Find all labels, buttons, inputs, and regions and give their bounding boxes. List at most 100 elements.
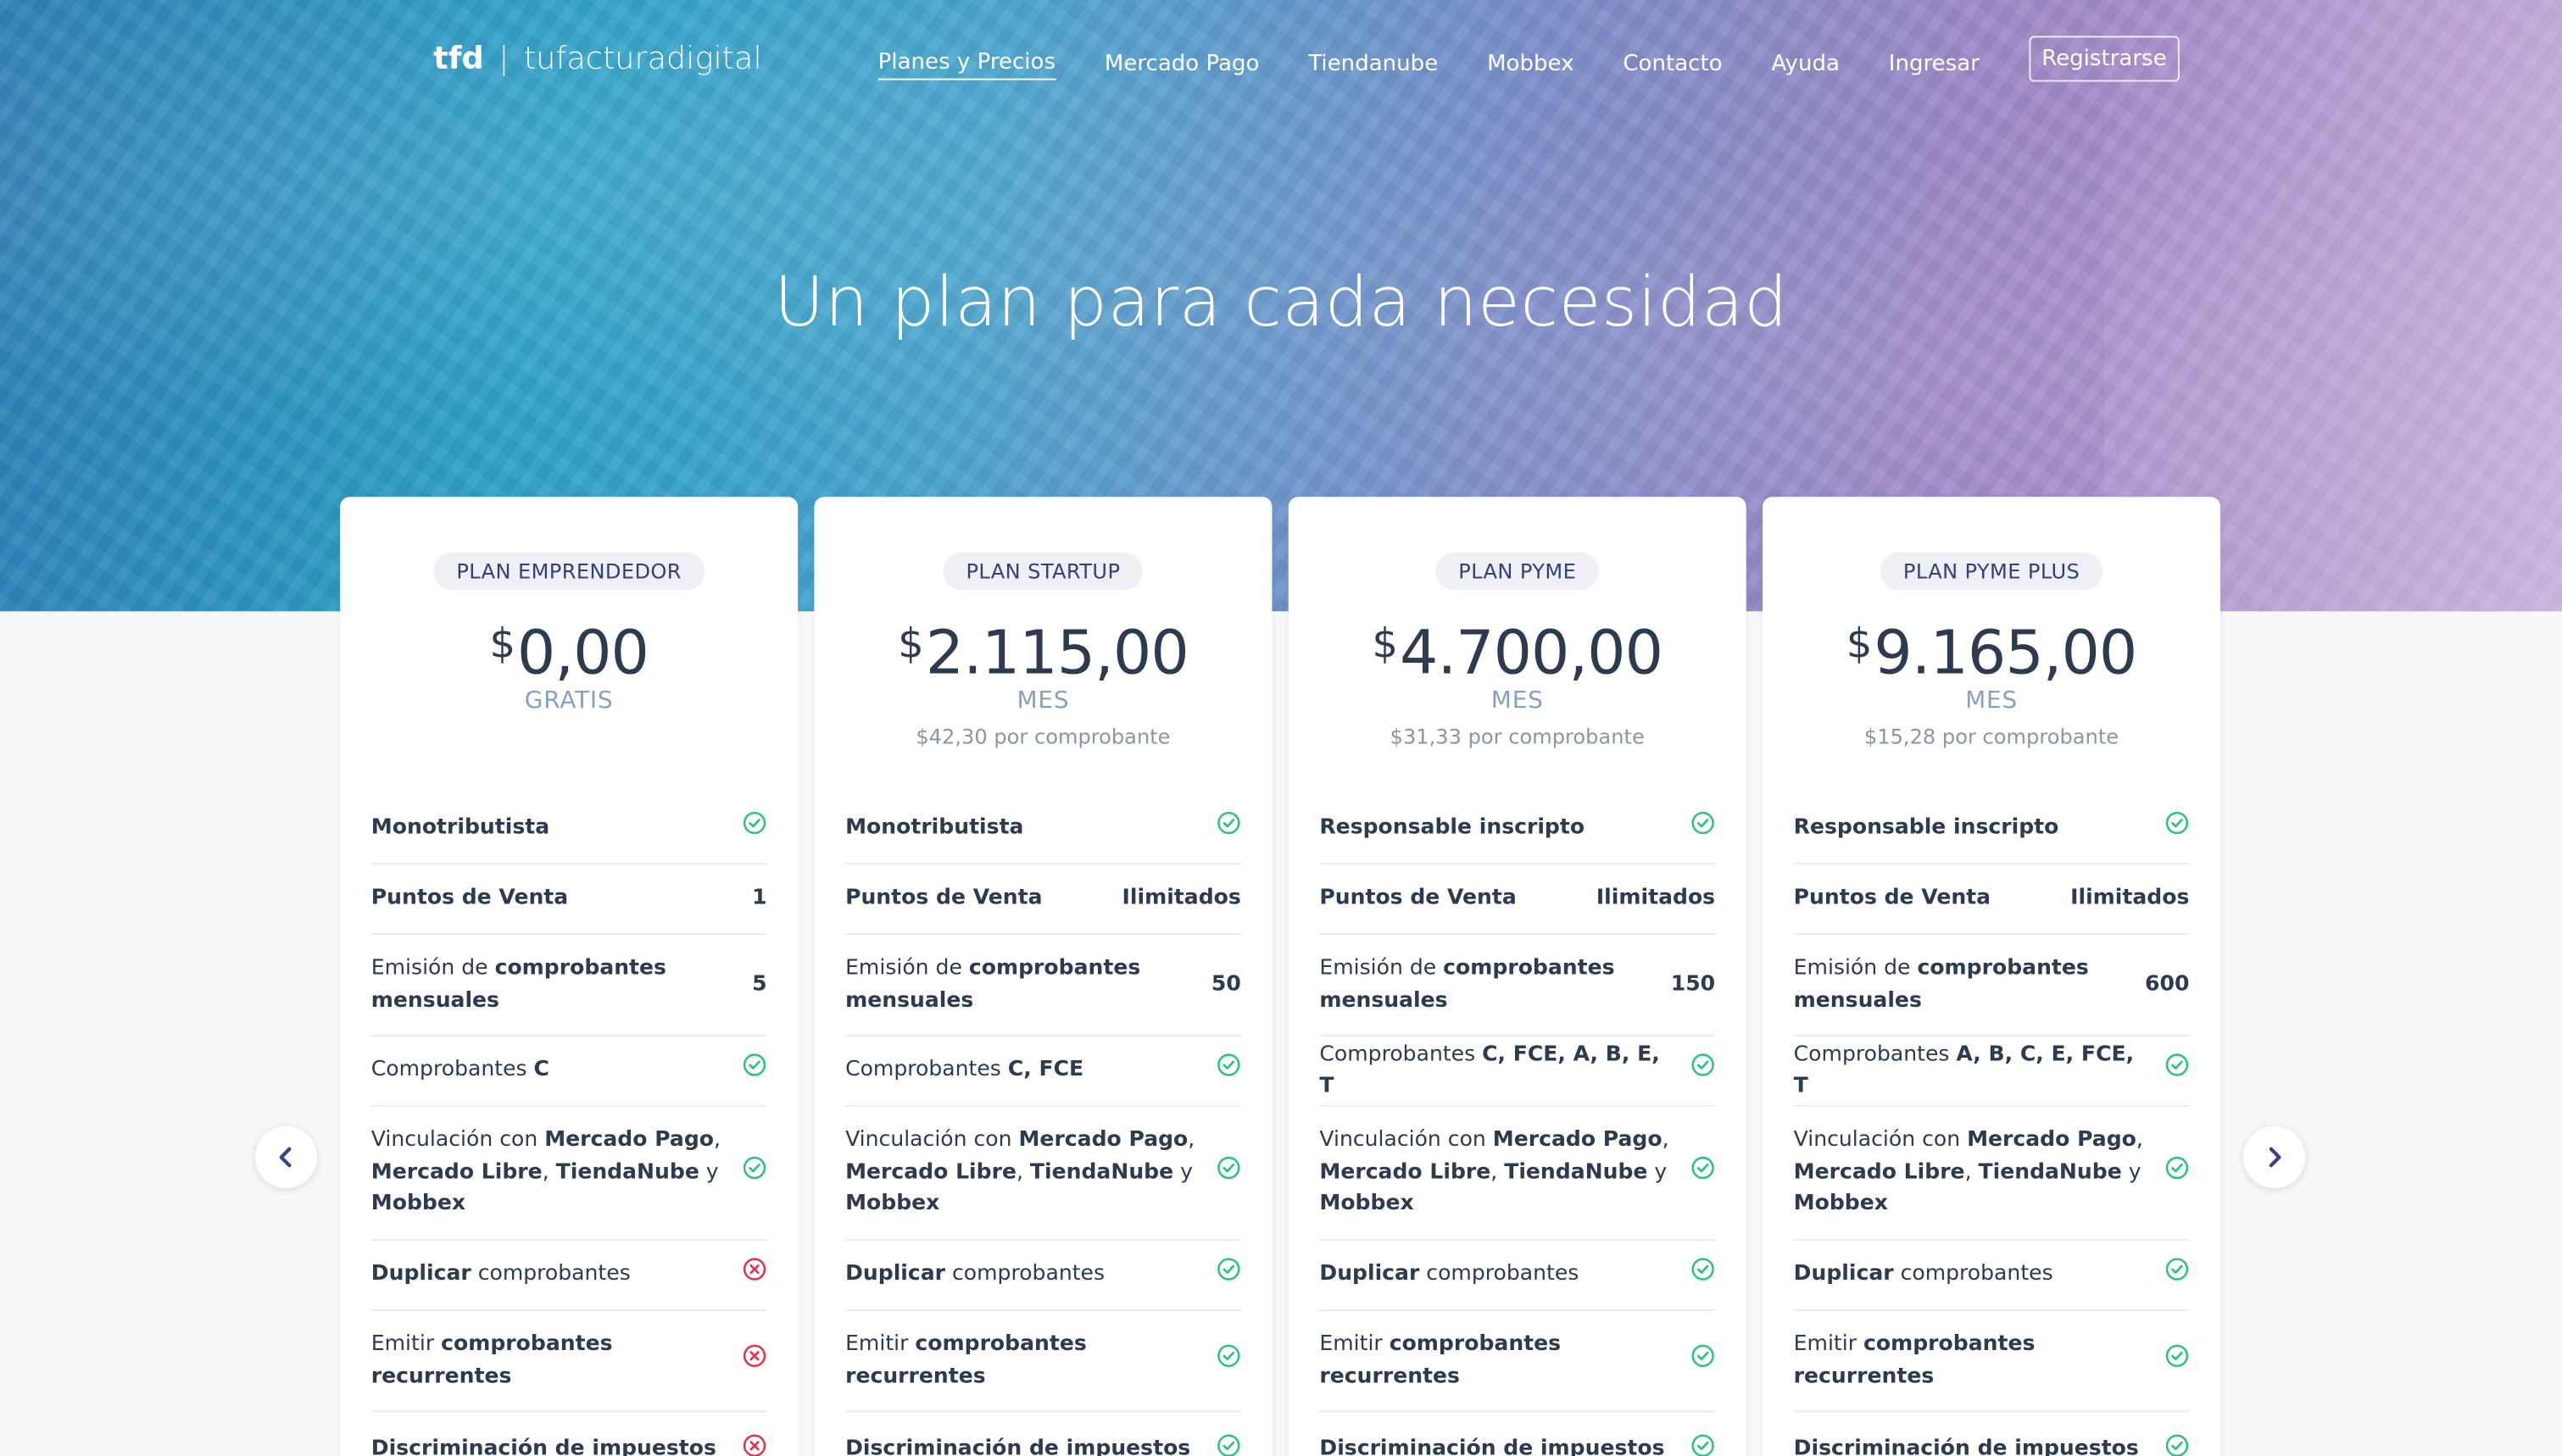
feature-row-emision: Emisión de comprobantes mensuales 50 (845, 935, 1241, 1036)
check-icon (2164, 811, 2189, 846)
feature-tipo-label: Responsable inscripto (1793, 815, 2059, 841)
feature-text-f5d: Mercado Libre (1319, 1159, 1491, 1185)
feature-row-comprobantes: Comprobantes C, FCE (845, 1036, 1241, 1107)
register-button[interactable]: Registrarse (2028, 36, 2180, 82)
feature-comprobantes-label-b: C (533, 1058, 549, 1083)
check-icon (2164, 1053, 2189, 1088)
plan-price: $9.165,00 (1763, 618, 2220, 688)
price-amount: 9.165,00 (1874, 618, 2137, 688)
feature-row-emision: Emisión de comprobantes mensuales 5 (370, 935, 767, 1036)
plan-cards: PLAN EMPRENDEDOR $0,00 GRATIS Monotribut… (340, 497, 2221, 1456)
nav-link-tiendanube[interactable]: Tiendanube (1308, 51, 1438, 77)
feature-row-duplicar: Duplicar comprobantes (1793, 1241, 2190, 1311)
feature-text-f5c: , (1188, 1128, 1195, 1153)
check-icon (1690, 1053, 1715, 1088)
feature-text-f6a: Duplicar (370, 1262, 471, 1287)
feature-text-f5c: , (713, 1128, 721, 1153)
feature-list: Responsable inscripto Puntos de Venta Il… (1793, 794, 2190, 1456)
feature-text-f7a: Emitir (370, 1331, 442, 1357)
carousel-next-button[interactable] (2243, 1125, 2306, 1189)
carousel-prev-button[interactable] (254, 1125, 318, 1189)
feature-text-f5h: Mobbex (1793, 1192, 1888, 1217)
plan-card-0: PLAN EMPRENDEDOR $0,00 GRATIS Monotribut… (340, 497, 799, 1456)
feature-puntos-venta-label: Puntos de Venta (370, 886, 569, 911)
feature-text-f5h: Mobbex (1319, 1192, 1414, 1217)
feature-puntos-venta-label: Puntos de Venta (1319, 886, 1517, 911)
plan-price: $4.700,00 (1289, 618, 1746, 688)
feature-text-f5a: Vinculación con (845, 1128, 1019, 1153)
plan-card-2: PLAN PYME $4.700,00 MES $31,33 por compr… (1288, 497, 1746, 1456)
nav-link-ayuda[interactable]: Ayuda (1771, 51, 1839, 77)
plan-badge: PLAN PYME PLUS (1880, 552, 2103, 591)
feature-text-f5c: , (1662, 1128, 1669, 1153)
price-amount: 2.115,00 (925, 618, 1189, 688)
feature-tipo-label: Monotributista (845, 815, 1024, 841)
price-per-comprobante: $15,28 por comprobante (1863, 724, 2119, 749)
feature-row-recurrentes: Emitir comprobantes recurrentes (845, 1311, 1241, 1413)
feature-row-vinculacion: Vinculación con Mercado Pago, Mercado Li… (1793, 1107, 2190, 1241)
feature-text-f5e: , (1016, 1159, 1030, 1185)
check-icon (2164, 1343, 2189, 1378)
plan-period: GRATIS (524, 687, 614, 714)
feature-tipo-label: Responsable inscripto (1319, 815, 1585, 841)
check-icon (1690, 1155, 1715, 1190)
nav-link-mobbex[interactable]: Mobbex (1487, 51, 1573, 77)
feature-text-f5e: , (542, 1159, 556, 1185)
feature-row-impuestos: Discriminación de impuestos en (371, 1412, 767, 1456)
price-currency: $ (489, 619, 515, 667)
feature-row-tipo: Monotributista (845, 794, 1241, 865)
nav-link-contacto[interactable]: Contacto (1623, 51, 1722, 77)
feature-row-comprobantes: Comprobantes A, B, C, E, FCE, T (1793, 1036, 2190, 1107)
feature-text-f5b: Mercado Pago (1967, 1128, 2136, 1153)
feature-puntos-venta-value: Ilimitados (1596, 886, 1716, 911)
feature-row-vinculacion: Vinculación con Mercado Pago, Mercado Li… (1319, 1107, 1716, 1241)
feature-text-f6b: comprobantes (945, 1262, 1106, 1287)
feature-text-f5f: TiendaNube (1029, 1159, 1174, 1185)
price-amount: 4.700,00 (1400, 618, 1663, 688)
feature-row-tipo: Monotributista (370, 794, 767, 865)
feature-tipo-label: Monotributista (370, 815, 550, 841)
feature-text-f5h: Mobbex (370, 1192, 466, 1217)
feature-comprobantes-label-a: Comprobantes (1319, 1042, 1483, 1067)
plan-badge: PLAN STARTUP (943, 552, 1144, 591)
feature-row-recurrentes: Emitir comprobantes recurrentes (1793, 1311, 2190, 1413)
feature-row-duplicar: Duplicar comprobantes (370, 1241, 767, 1311)
feature-text-f5g: y (1173, 1159, 1193, 1185)
feature-row-puntos-venta: Puntos de Venta Ilimitados (845, 864, 1241, 936)
plan-period: MES (1016, 687, 1070, 714)
feature-text-f5a: Vinculación con (370, 1128, 545, 1153)
feature-puntos-venta-label: Puntos de Venta (1793, 886, 1991, 911)
nav-link-ingresar[interactable]: Ingresar (1889, 51, 1980, 77)
feature-text-f6a: Duplicar (1793, 1262, 1894, 1287)
nav-link-planes[interactable]: Planes y Precios (877, 48, 1056, 80)
chevron-right-icon (2269, 1147, 2281, 1168)
feature-row-recurrentes: Emitir comprobantes recurrentes (370, 1311, 767, 1413)
feature-row-puntos-venta: Puntos de Venta Ilimitados (1793, 864, 2190, 936)
feature-text-f8a: Discriminación de impuestos (1793, 1437, 2139, 1456)
feature-text-f5b: Mercado Pago (1018, 1128, 1189, 1153)
feature-row-impuestos: Discriminación de impuestos en (845, 1412, 1241, 1456)
feature-emision-label-a: Emisión de (845, 956, 969, 981)
nav-link-mercado-pago[interactable]: Mercado Pago (1105, 51, 1260, 77)
check-icon (2164, 1433, 2189, 1456)
logo[interactable]: tfd | tufacturadigital (433, 41, 762, 76)
plan-price: $0,00 (340, 618, 798, 688)
top-navigation: tfd | tufacturadigital Planes y Precios … (0, 0, 2562, 127)
feature-row-comprobantes: Comprobantes C (370, 1036, 767, 1107)
feature-text-f5f: TiendaNube (555, 1159, 699, 1185)
check-icon (743, 1155, 767, 1190)
price-per-comprobante: $42,30 por comprobante (916, 724, 1171, 749)
plan-card-3: PLAN PYME PLUS $9.165,00 MES $15,28 por … (1763, 497, 2221, 1456)
feature-row-duplicar: Duplicar comprobantes (845, 1241, 1241, 1311)
feature-text-f5b: Mercado Pago (1492, 1128, 1663, 1153)
feature-text-f5h: Mobbex (845, 1192, 940, 1217)
feature-list: Monotributista Puntos de Venta 1 Emisión… (370, 794, 767, 1456)
check-icon (1217, 1433, 1241, 1456)
check-icon (743, 811, 767, 846)
check-icon (743, 1053, 767, 1088)
price-per-comprobante: $31,33 por comprobante (1390, 724, 1645, 749)
page-title: Un plan para cada necesidad (774, 261, 1789, 342)
plan-price: $2.115,00 (814, 618, 1272, 688)
feature-text-f8a: Discriminación de impuestos (370, 1437, 716, 1456)
feature-text-f5g: y (699, 1159, 719, 1185)
